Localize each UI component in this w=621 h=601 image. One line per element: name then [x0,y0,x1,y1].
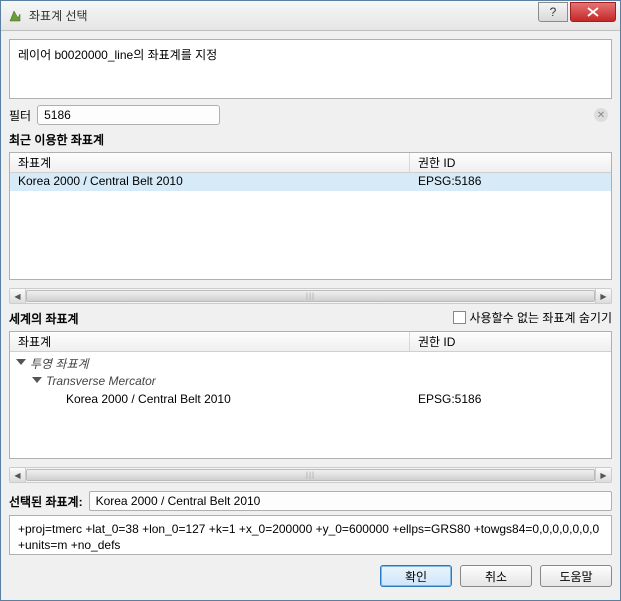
group-label: 투영 좌표계 [30,355,89,372]
selected-crs-field[interactable] [89,491,612,511]
recent-crs-list: 좌표계 권한 ID Korea 2000 / Central Belt 2010… [9,152,612,280]
hide-deprecated-label: 사용할수 없는 좌표계 숨기기 [470,309,612,326]
proj-string-text: +proj=tmerc +lat_0=38 +lon_0=127 +k=1 +x… [18,522,599,552]
filter-input[interactable] [37,105,220,125]
cancel-button[interactable]: 취소 [460,565,532,587]
tree-item[interactable]: Korea 2000 / Central Belt 2010 EPSG:5186 [10,390,611,408]
dialog-button-row: 확인 취소 도움말 [9,565,612,587]
crs-auth: EPSG:5186 [410,173,611,191]
titlebar-controls: ? [538,2,616,22]
titlebar: 좌표계 선택 ? [1,1,620,31]
selected-crs-label: 선택된 좌표계: [9,493,83,510]
layer-info-box: 레이어 b0020000_line의 좌표계를 지정 [9,39,612,99]
filter-input-wrap: ✕ [37,105,612,125]
scroll-right-icon[interactable]: ▶ [595,289,611,303]
dialog-window: 좌표계 선택 ? 레이어 b0020000_line의 좌표계를 지정 필터 ✕… [0,0,621,601]
recent-list-body[interactable]: Korea 2000 / Central Belt 2010 EPSG:5186 [10,173,611,279]
world-crs-tree: 좌표계 권한 ID 투영 좌표계 Transverse Mercator Kor… [9,331,612,459]
layer-info-text: 레이어 b0020000_line의 좌표계를 지정 [18,48,217,62]
recent-list-header: 좌표계 권한 ID [10,153,611,173]
world-tree-body[interactable]: 투영 좌표계 Transverse Mercator Korea 2000 / … [10,352,611,458]
hide-deprecated-checkbox-row[interactable]: 사용할수 없는 좌표계 숨기기 [453,309,612,326]
app-icon [7,8,23,24]
world-section-header: 세계의 좌표계 사용할수 없는 좌표계 숨기기 [9,308,612,327]
crs-name: Korea 2000 / Central Belt 2010 [10,173,410,191]
chevron-down-icon[interactable] [32,377,42,383]
filter-label: 필터 [9,107,31,124]
selected-crs-row: 선택된 좌표계: [9,491,612,511]
crs-name: Korea 2000 / Central Belt 2010 [66,392,231,406]
window-title: 좌표계 선택 [29,7,538,24]
crs-auth: EPSG:5186 [418,392,481,406]
recent-col-auth[interactable]: 권한 ID [410,153,611,172]
close-button[interactable] [570,2,616,22]
group-label: Transverse Mercator [46,374,156,388]
ok-button[interactable]: 확인 [380,565,452,587]
world-col-crs[interactable]: 좌표계 [10,332,410,351]
scroll-right-icon[interactable]: ▶ [595,468,611,482]
list-item[interactable]: Korea 2000 / Central Belt 2010 EPSG:5186 [10,173,611,191]
world-scrollbar[interactable]: ◀ ||| ▶ [9,467,612,483]
recent-section-title: 최근 이용한 좌표계 [9,131,612,148]
chevron-down-icon[interactable] [16,359,26,365]
hide-deprecated-checkbox[interactable] [453,311,466,324]
recent-scrollbar[interactable]: ◀ ||| ▶ [9,288,612,304]
proj-string-box: +proj=tmerc +lat_0=38 +lon_0=127 +k=1 +x… [9,515,612,555]
scroll-left-icon[interactable]: ◀ [10,289,26,303]
tree-group[interactable]: 투영 좌표계 [10,354,611,372]
help-button[interactable]: 도움말 [540,565,612,587]
world-section-title: 세계의 좌표계 [9,310,79,327]
content-area: 레이어 b0020000_line의 좌표계를 지정 필터 ✕ 최근 이용한 좌… [1,31,620,600]
world-list-header: 좌표계 권한 ID [10,332,611,352]
clear-filter-icon[interactable]: ✕ [594,108,608,122]
help-titlebar-button[interactable]: ? [538,2,568,22]
world-col-auth[interactable]: 권한 ID [410,332,611,351]
tree-group[interactable]: Transverse Mercator [10,372,611,390]
scroll-left-icon[interactable]: ◀ [10,468,26,482]
recent-col-crs[interactable]: 좌표계 [10,153,410,172]
filter-row: 필터 ✕ [9,105,612,125]
